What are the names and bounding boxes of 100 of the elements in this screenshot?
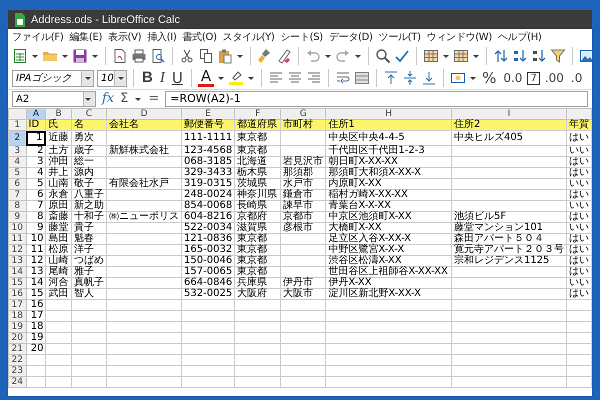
function-wizard-button[interactable]: fx: [102, 91, 114, 107]
wrap-text-icon[interactable]: [335, 70, 352, 86]
merge-cells-icon[interactable]: [354, 70, 370, 86]
row-header[interactable]: 19: [8, 322, 26, 332]
add-decimal-button[interactable]: .00: [542, 69, 566, 87]
row-header[interactable]: 20: [8, 332, 26, 344]
row-header[interactable]: 21: [8, 344, 26, 354]
underline-button[interactable]: U: [170, 69, 185, 87]
sort-icon[interactable]: [493, 48, 509, 64]
column-header[interactable]: C: [71, 108, 107, 120]
table-cell: 貴子: [71, 222, 107, 234]
row-header[interactable]: 10: [8, 222, 26, 234]
row-header[interactable]: 7: [8, 190, 26, 200]
align-top-icon[interactable]: [383, 70, 400, 86]
menu-item[interactable]: 挿入(I): [147, 30, 177, 44]
row-header[interactable]: 13: [8, 256, 26, 266]
row-header[interactable]: 18: [8, 310, 26, 322]
column-header[interactable]: A: [26, 108, 46, 120]
row-header[interactable]: 1: [8, 120, 26, 130]
number-format-button[interactable]: 0.0: [501, 69, 524, 87]
row-header[interactable]: 9: [8, 212, 26, 222]
formula-input[interactable]: =ROW(A2)-1: [165, 91, 588, 107]
menu-item[interactable]: 編集(E): [69, 30, 102, 44]
menu-item[interactable]: データ(D): [328, 30, 373, 44]
menu-item[interactable]: ヘルプ(H): [498, 30, 542, 44]
delete-decimal-button[interactable]: .0: [568, 69, 584, 87]
table-cell: 11: [26, 244, 46, 256]
row-header[interactable]: 11: [8, 234, 26, 244]
table-cell: いい: [566, 278, 592, 288]
table-cell: 13: [26, 266, 46, 278]
table-cell: 中京区池須町X-XX: [326, 212, 452, 222]
menu-item[interactable]: ファイル(F): [12, 30, 64, 44]
row-header[interactable]: 17: [8, 300, 26, 310]
menu-item[interactable]: シート(S): [280, 30, 323, 44]
font-name-field[interactable]: IPAゴシック: [12, 70, 94, 86]
row-header[interactable]: 15: [8, 278, 26, 288]
table-cell: 121-0836: [182, 234, 235, 244]
eraser-icon[interactable]: [276, 48, 292, 64]
row-header[interactable]: 12: [8, 244, 26, 256]
sort-ascending-icon[interactable]: [512, 48, 528, 64]
table-cell: 足立区入谷X-XX-X: [326, 234, 452, 244]
column-header[interactable]: B: [46, 108, 72, 120]
sum-button[interactable]: Σ: [120, 91, 128, 107]
row-header[interactable]: 3: [8, 146, 26, 156]
table-icon[interactable]: [453, 48, 469, 64]
row-header[interactable]: 8: [8, 200, 26, 212]
page-magnifier-icon[interactable]: [150, 48, 166, 64]
menu-item[interactable]: ウィンドウ(W): [426, 30, 492, 44]
row-header[interactable]: 22: [8, 354, 26, 366]
align-middle-icon[interactable]: [402, 70, 418, 86]
formula-button[interactable]: =: [148, 91, 160, 107]
table-cell: 寛元寺アパート２０３号: [451, 244, 566, 256]
date-format-button[interactable]: 7: [527, 72, 540, 84]
row-header[interactable]: 16: [8, 288, 26, 300]
column-header[interactable]: E: [182, 108, 235, 120]
percent-button[interactable]: %: [480, 69, 498, 87]
row-header[interactable]: 6: [8, 178, 26, 190]
row-header[interactable]: 14: [8, 266, 26, 278]
column-header[interactable]: D: [106, 108, 182, 120]
image-icon[interactable]: [579, 48, 592, 64]
currency-icon[interactable]: [450, 70, 466, 86]
row-header[interactable]: 23: [8, 366, 26, 376]
document-icon[interactable]: [112, 48, 128, 64]
scissors-icon[interactable]: [179, 48, 195, 64]
sort-descending-icon[interactable]: [531, 48, 547, 64]
bold-button[interactable]: B: [140, 69, 155, 87]
filter-icon[interactable]: [550, 48, 566, 64]
menu-item[interactable]: スタイル(Y): [222, 30, 275, 44]
checkmark-icon[interactable]: [394, 48, 410, 64]
table-icon[interactable]: [423, 48, 439, 64]
table-cell: 森田アパート５０４: [451, 234, 566, 244]
magnifier-icon[interactable]: [375, 48, 391, 64]
row-header[interactable]: 2: [8, 130, 26, 146]
menu-item[interactable]: ツール(T): [378, 30, 421, 44]
table-cell: 150-0046: [182, 256, 235, 266]
table-cell: 東京都: [234, 130, 281, 146]
column-header[interactable]: H: [326, 108, 452, 120]
column-header[interactable]: G: [280, 108, 326, 120]
copy-icon[interactable]: [198, 48, 214, 64]
highlighter-icon[interactable]: [228, 70, 244, 86]
table-cell: 河合: [46, 278, 72, 288]
row-header[interactable]: 4: [8, 156, 26, 168]
font-size-field[interactable]: 10: [97, 70, 127, 86]
table-cell: 東京都: [234, 244, 281, 256]
column-header[interactable]: F: [234, 108, 281, 120]
name-box[interactable]: A2: [12, 91, 96, 107]
spreadsheet-icon[interactable]: [12, 48, 28, 64]
row-header[interactable]: 5: [8, 168, 26, 178]
menu-item[interactable]: 書式(O): [182, 30, 217, 44]
menu-item[interactable]: 表示(V): [108, 30, 142, 44]
align-bottom-icon[interactable]: [421, 70, 438, 86]
table-cell: 18: [26, 322, 46, 332]
paintbrush-icon[interactable]: [257, 48, 273, 64]
table-cell: 有限会社水戸: [106, 178, 182, 190]
printer-icon[interactable]: [131, 48, 147, 64]
italic-button[interactable]: I: [158, 69, 167, 87]
clipboard-icon[interactable]: [217, 48, 233, 64]
row-header[interactable]: 24: [8, 376, 26, 388]
header-cell: 郵便番号: [182, 120, 235, 130]
column-header[interactable]: I: [451, 108, 566, 120]
